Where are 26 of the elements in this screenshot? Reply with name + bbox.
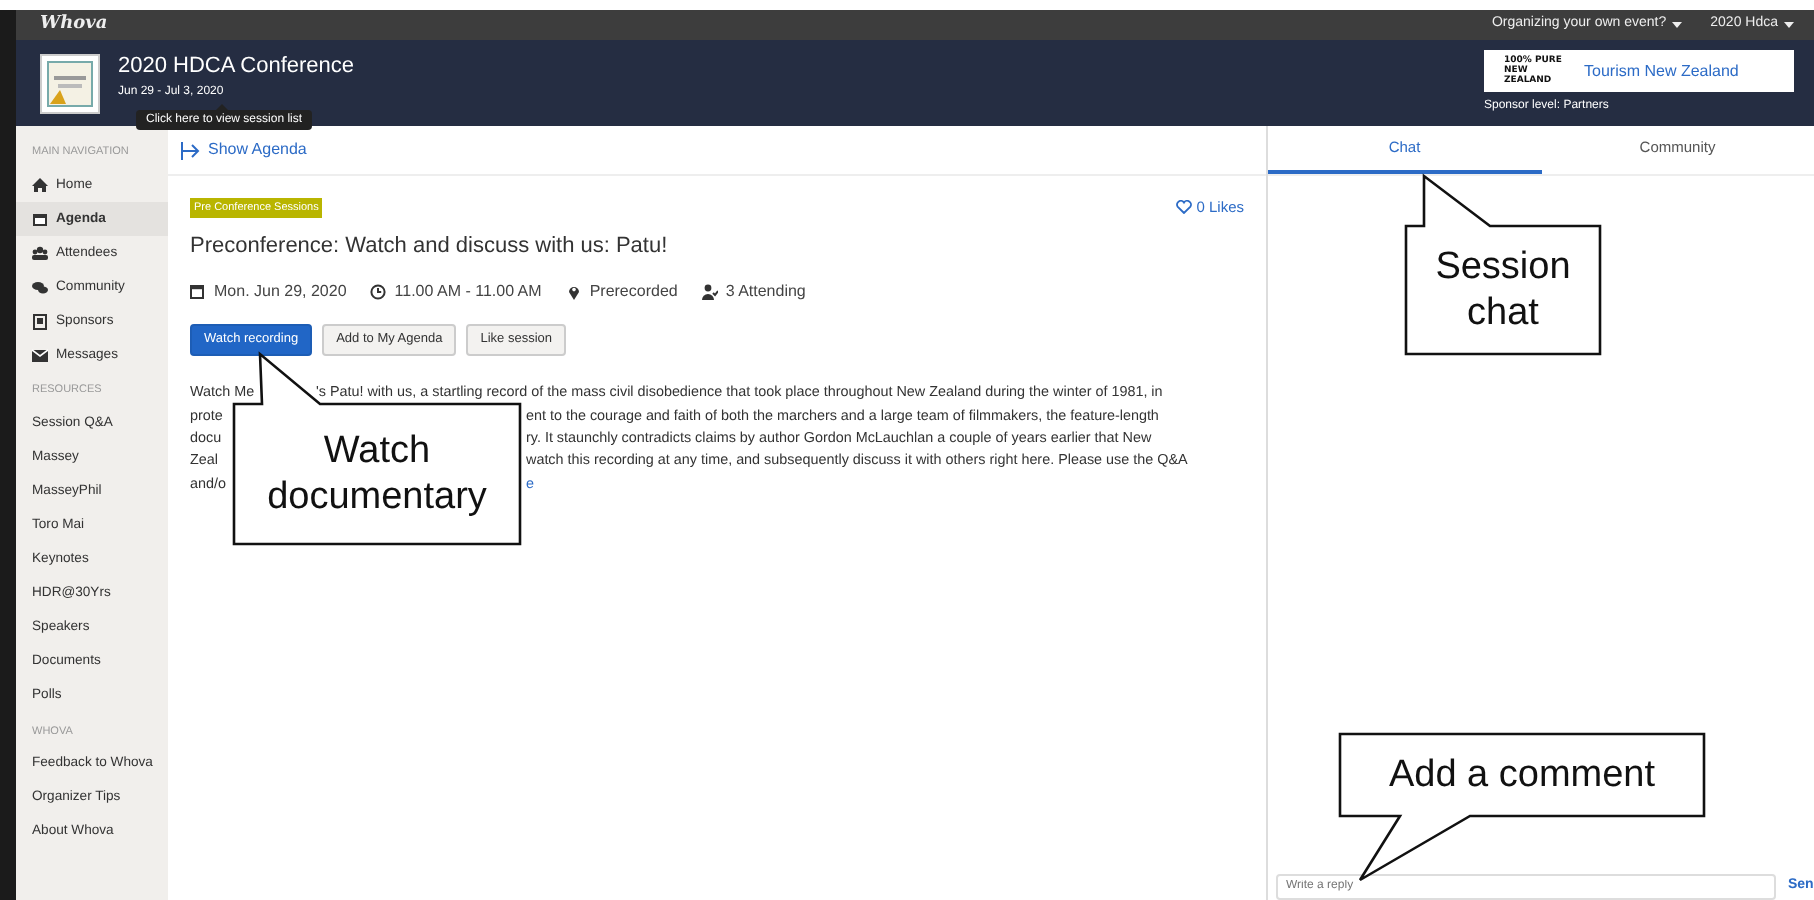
meta-text: 3 Attending xyxy=(725,279,806,304)
callout-text: Session chat xyxy=(1433,244,1573,336)
caret-icon xyxy=(1672,22,1683,28)
callout-text: Add a comment xyxy=(1386,752,1658,798)
chat-bubbles-icon xyxy=(32,279,48,296)
badge-icon xyxy=(32,313,48,330)
calendar-icon xyxy=(32,211,48,228)
clock-icon xyxy=(370,283,387,300)
meta-text: 11.00 AM - 11.00 AM xyxy=(394,279,542,304)
home-icon xyxy=(32,177,48,194)
calendar-icon xyxy=(190,283,206,300)
heart-icon xyxy=(1176,200,1193,215)
envelope-icon xyxy=(32,347,48,364)
map-pin-icon xyxy=(565,283,582,300)
callout-text: Watch documentary xyxy=(265,428,489,520)
logo[interactable]: Whova xyxy=(40,11,108,39)
arrow-right-icon xyxy=(180,141,200,159)
event-title: 2020 HDCA Conference xyxy=(118,52,355,83)
meta-text: Prerecorded xyxy=(589,279,678,304)
sponsor-name[interactable]: Tourism New Zealand xyxy=(1584,59,1739,83)
meta-text: Mon. Jun 29, 2020 xyxy=(214,279,347,304)
person-check-icon xyxy=(701,283,718,300)
caret-icon xyxy=(1784,22,1794,28)
show-agenda-link[interactable]: Show Agenda xyxy=(168,126,1266,176)
session-title: Preconference: Watch and discuss with us: Patu! xyxy=(190,232,670,263)
people-icon xyxy=(32,245,48,262)
